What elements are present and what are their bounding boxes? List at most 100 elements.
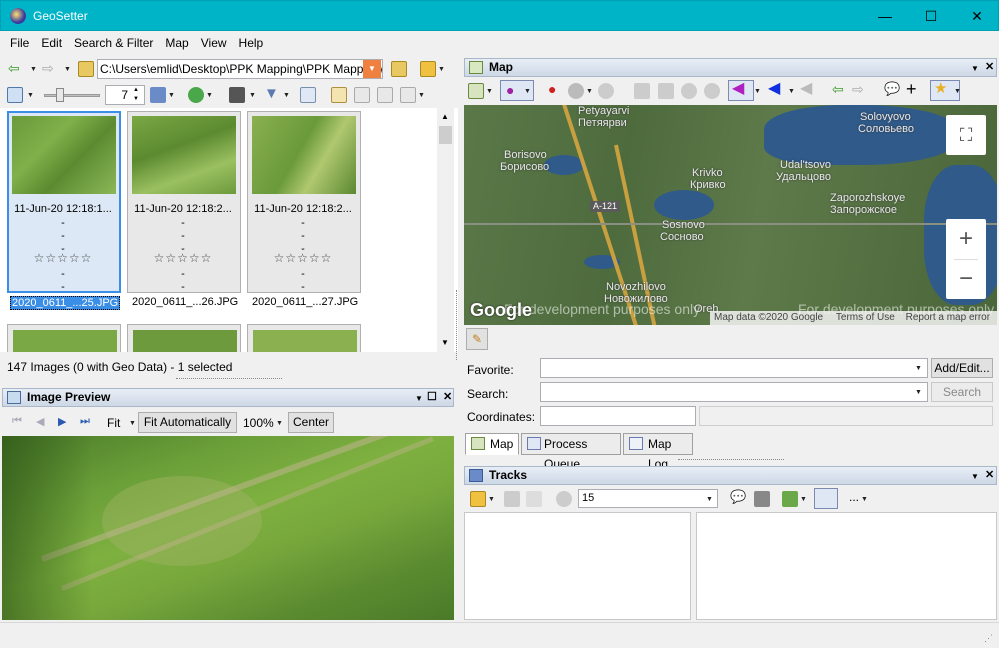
menu-map[interactable]: Map <box>159 31 194 55</box>
path-input[interactable]: C:\Users\emlid\Desktop\PPK Mapping\PPK M… <box>97 59 383 79</box>
marker-dropdown-icon[interactable]: ▼ <box>524 88 531 95</box>
speech-bubble-icon[interactable]: 💬 <box>730 490 746 504</box>
export-icon[interactable] <box>526 491 542 507</box>
thumb-size-slider[interactable] <box>44 94 100 97</box>
rating-stars[interactable]: ☆☆☆☆☆ <box>247 251 359 265</box>
panel-close-icon[interactable]: ✕ <box>985 59 994 76</box>
image-preview-canvas[interactable] <box>2 436 454 620</box>
panel-menu-icon[interactable]: ▼ <box>971 60 979 77</box>
grey-arrow-icon[interactable]: ◀ <box>800 81 812 97</box>
binoculars-icon[interactable] <box>229 87 245 103</box>
thumbnail-item[interactable] <box>127 324 241 352</box>
splitter-grip[interactable] <box>176 378 282 381</box>
set-position-dropdown-icon[interactable]: ▼ <box>586 88 593 95</box>
map-canvas[interactable]: Petyayarvi Петяярви Borisovo Борисово Kr… <box>464 105 997 325</box>
scroll-down-icon[interactable]: ▼ <box>441 338 449 347</box>
track-points-list[interactable] <box>696 512 997 620</box>
map-type-icon[interactable] <box>468 83 484 99</box>
menu-edit[interactable]: Edit <box>35 31 68 55</box>
filter-dropdown-icon[interactable]: ▼ <box>283 92 290 99</box>
menu-file[interactable]: File <box>4 31 35 55</box>
import-track-icon[interactable] <box>782 491 798 507</box>
vertical-splitter[interactable] <box>456 290 459 360</box>
edit-data-icon[interactable] <box>331 87 347 103</box>
center-button[interactable]: Center <box>288 412 334 433</box>
speech-bubble-icon[interactable]: 💬 <box>884 82 900 96</box>
panel-float-icon[interactable]: ☐ <box>427 389 437 406</box>
zoom-out-button[interactable]: − <box>946 259 986 299</box>
map-type-dropdown-icon[interactable]: ▼ <box>486 88 493 95</box>
back-arrow-icon[interactable]: ⇦ <box>832 82 844 96</box>
previous-image-icon[interactable]: ◀ <box>36 415 44 428</box>
save-icon[interactable] <box>504 491 520 507</box>
forward-arrow-icon[interactable]: ⇨ <box>852 82 864 96</box>
more-button[interactable]: ... <box>849 490 859 504</box>
scroll-thumb[interactable] <box>439 126 452 144</box>
thumbnail-item[interactable]: 11-Jun-20 12:18:1... - - - ☆☆☆☆☆ - - <box>7 111 121 297</box>
splitter-grip[interactable] <box>678 459 784 460</box>
back-dropdown-icon[interactable]: ▼ <box>30 66 37 73</box>
stop-icon[interactable] <box>754 491 770 507</box>
refresh-dropdown-icon[interactable]: ▼ <box>206 92 213 99</box>
zoom-dropdown-icon[interactable]: ▼ <box>276 420 283 427</box>
split-view-button[interactable] <box>814 488 838 509</box>
blue-arrow-icon[interactable]: ◀ <box>768 81 780 97</box>
paste-icon[interactable] <box>377 87 393 103</box>
rating-stars[interactable]: ☆☆☆☆☆ <box>7 251 119 265</box>
thumbnail-item[interactable] <box>247 324 361 352</box>
fullscreen-button[interactable]: ⛶ <box>946 115 986 155</box>
close-button[interactable]: ✕ <box>954 1 999 31</box>
panel-menu-icon[interactable]: ▼ <box>415 390 423 407</box>
direction-dropdown-icon[interactable]: ▼ <box>754 88 761 95</box>
report-error-link[interactable]: Report a map error <box>906 312 990 323</box>
thumbnail-scrollbar[interactable]: ▲ ▼ <box>437 108 454 352</box>
refresh-icon[interactable] <box>188 87 204 103</box>
select-icon[interactable] <box>300 87 316 103</box>
open-folder-icon[interactable] <box>470 491 486 507</box>
favorites-dropdown-icon[interactable]: ▼ <box>438 66 445 73</box>
open-dropdown-icon[interactable]: ▼ <box>488 496 495 503</box>
thumbnail-item[interactable] <box>7 324 121 352</box>
thumbnail-item[interactable]: 11-Jun-20 12:18:2... - - - ☆☆☆☆☆ - - <box>247 111 361 297</box>
menu-view[interactable]: View <box>195 31 233 55</box>
zoom-in-button[interactable]: + <box>946 219 986 259</box>
resize-grip-icon[interactable]: ⋰ <box>984 633 993 644</box>
zoom-selected-icon[interactable] <box>704 83 720 99</box>
track-icon[interactable] <box>658 83 674 99</box>
footprints-icon[interactable] <box>634 83 650 99</box>
zoom-track-icon[interactable] <box>556 491 572 507</box>
blue-arrow-dropdown-icon[interactable]: ▼ <box>788 88 795 95</box>
panel-close-icon[interactable]: ✕ <box>443 389 452 406</box>
edit-pencil-button[interactable]: ✎ <box>466 328 488 350</box>
minimize-button[interactable]: — <box>862 1 908 31</box>
forward-dropdown-icon[interactable]: ▼ <box>64 66 71 73</box>
panel-close-icon[interactable]: ✕ <box>985 467 994 484</box>
sort-dropdown-icon[interactable]: ▼ <box>168 92 175 99</box>
fit-automatically-button[interactable]: Fit Automatically <box>138 412 237 433</box>
stepper-arrows-icon[interactable]: ▲ ▼ <box>133 86 139 104</box>
import-dropdown-icon[interactable]: ▼ <box>800 496 807 503</box>
panel-menu-icon[interactable]: ▼ <box>971 468 979 485</box>
tab-map[interactable]: Map <box>465 433 519 455</box>
crosshair-icon[interactable]: + <box>906 80 917 98</box>
tab-process-queue[interactable]: Process Queue <box>521 433 621 471</box>
fit-mode-label[interactable]: Fit <box>107 416 120 430</box>
favorite-select[interactable] <box>540 358 928 378</box>
terms-link[interactable]: Terms of Use <box>836 312 895 323</box>
menu-search-filter[interactable]: Search & Filter <box>68 31 159 55</box>
remove-position-icon[interactable] <box>598 83 614 99</box>
set-position-icon[interactable] <box>568 83 584 99</box>
thumbnail-item[interactable]: 11-Jun-20 12:18:2... - - - ☆☆☆☆☆ - - <box>127 111 241 297</box>
sort-icon[interactable] <box>150 87 166 103</box>
view-mode-icon[interactable] <box>7 87 23 103</box>
last-image-icon[interactable]: ⏭ <box>80 415 90 428</box>
slider-handle[interactable] <box>56 88 64 102</box>
maximize-button[interactable]: ☐ <box>908 1 954 31</box>
paste-special-icon[interactable] <box>400 87 416 103</box>
rating-stars[interactable]: ☆☆☆☆☆ <box>127 251 239 265</box>
add-edit-favorite-button[interactable]: Add/Edit... <box>931 358 993 378</box>
favorites-map-dropdown-icon[interactable]: ▼ <box>954 88 961 95</box>
first-image-icon[interactable]: ⏮ <box>12 415 22 428</box>
favorites-folder-icon[interactable] <box>420 61 436 77</box>
back-arrow-icon[interactable]: ⇦ <box>8 61 20 75</box>
